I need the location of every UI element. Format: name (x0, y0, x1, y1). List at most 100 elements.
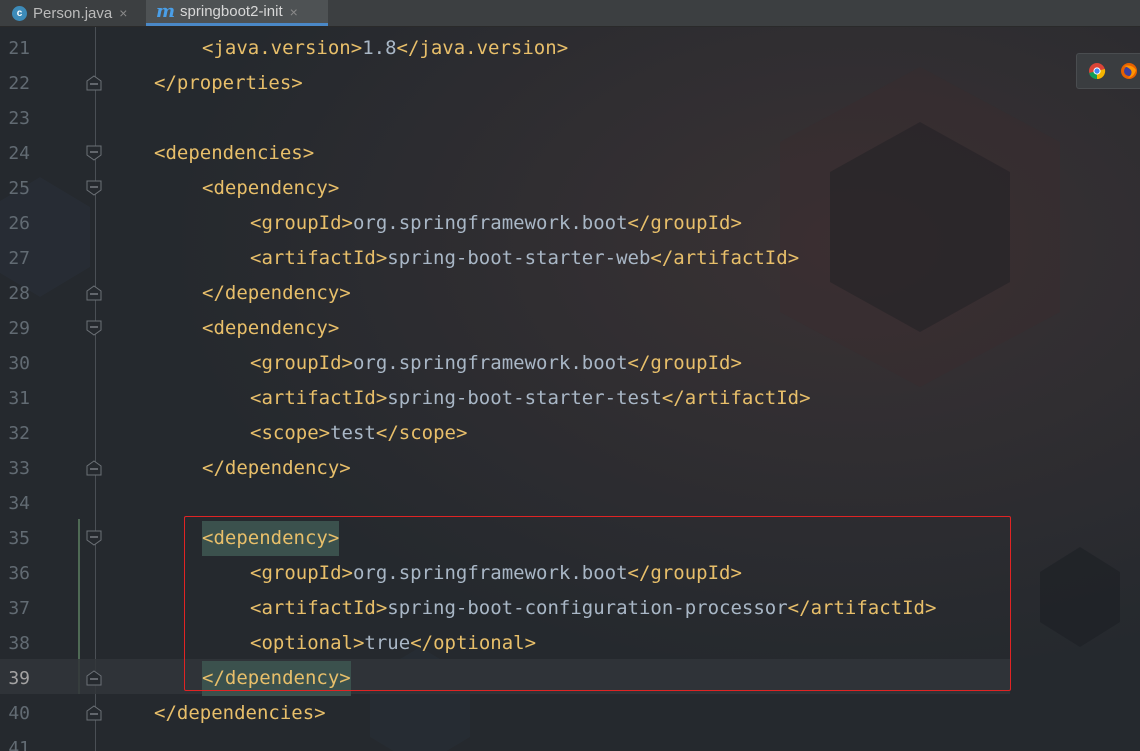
fold-end-icon[interactable] (86, 285, 102, 301)
fold-end-icon[interactable] (86, 460, 102, 476)
fold-collapse-icon[interactable] (86, 320, 102, 336)
editor-tab-bar: c Person.java × m springboot2-init × (0, 0, 1140, 27)
code-text[interactable]: <dependency> (202, 171, 339, 206)
code-text[interactable]: <groupId>org.springframework.boot</group… (250, 206, 742, 241)
code-line[interactable]: 31 <artifactId>spring-boot-starter-test</… (0, 381, 1140, 416)
browser-preview-toolbar (1076, 53, 1140, 89)
code-text[interactable]: <java.version>1.8</java.version> (202, 31, 568, 66)
code-line[interactable]: 27 <artifactId>spring-boot-starter-web</a… (0, 241, 1140, 276)
code-line[interactable]: 22 </properties> (0, 66, 1140, 101)
xml-tag-token: groupId (261, 352, 342, 374)
xml-tag-token: > (291, 72, 303, 94)
code-line[interactable]: 30 <groupId>org.springframework.boot</gro… (0, 346, 1140, 381)
line-number: 30 (8, 353, 30, 374)
code-text[interactable]: </dependencies> (154, 696, 326, 731)
xml-tag-token: < (250, 247, 262, 269)
line-number: 31 (8, 388, 30, 409)
element-value: spring-boot-starter-web (387, 247, 651, 269)
code-text[interactable]: <scope>test</scope> (250, 416, 467, 451)
code-text[interactable]: <artifactId>spring-boot-starter-test</ar… (250, 381, 811, 416)
xml-tag-token: > (339, 457, 351, 479)
code-text[interactable]: </properties> (154, 66, 303, 101)
fold-collapse-icon[interactable] (86, 145, 102, 161)
xml-tag-token: </ (202, 282, 225, 304)
code-text[interactable]: <dependency> (202, 311, 339, 346)
xml-tag-token: </ (661, 387, 685, 409)
xml-tag-token: </ (154, 72, 177, 94)
fold-collapse-icon[interactable] (86, 530, 102, 546)
xml-tag-token: artifactId (684, 387, 800, 409)
tab-springboot2-init[interactable]: m springboot2-init × (146, 0, 328, 26)
close-icon[interactable]: × (290, 4, 298, 20)
code-text[interactable]: <groupId>org.springframework.boot</group… (250, 346, 742, 381)
line-number: 24 (8, 143, 30, 164)
fold-collapse-icon[interactable] (86, 180, 102, 196)
java-class-icon: c (12, 5, 27, 21)
tab-label: springboot2-init (180, 3, 283, 20)
xml-tag-token: < (250, 422, 262, 444)
code-text[interactable]: <dependencies> (154, 136, 314, 171)
xml-tag-token: </ (650, 247, 674, 269)
code-line[interactable]: 28 </dependency> (0, 276, 1140, 311)
xml-tag-token: </ (396, 37, 420, 59)
close-icon[interactable]: × (119, 5, 127, 21)
code-text[interactable]: </dependency> (202, 276, 351, 311)
element-value: test (330, 422, 376, 444)
xml-tag-token: groupId (650, 212, 731, 234)
code-line[interactable]: 29 <dependency> (0, 311, 1140, 346)
code-line[interactable]: 32 <scope>test</scope> (0, 416, 1140, 451)
xml-tag-token: < (202, 177, 214, 199)
line-number: 36 (8, 563, 30, 584)
fold-end-icon[interactable] (86, 705, 102, 721)
fold-end-icon[interactable] (86, 75, 102, 91)
code-line[interactable]: 41 (0, 731, 1140, 751)
element-value: org.springframework.boot (352, 352, 628, 374)
xml-tag-token: < (250, 352, 262, 374)
xml-tag-token: </ (627, 352, 651, 374)
xml-tag-token: > (341, 352, 353, 374)
tab-person-java[interactable]: c Person.java × (0, 0, 142, 26)
line-number: 27 (8, 248, 30, 269)
code-text[interactable]: <artifactId>spring-boot-starter-web</art… (250, 241, 799, 276)
line-number: 41 (8, 738, 30, 751)
chrome-icon[interactable] (1088, 62, 1106, 80)
code-line[interactable]: 21 <java.version>1.8</java.version> (0, 31, 1140, 66)
selection-annotation-box (184, 516, 1011, 691)
tab-label: Person.java (33, 4, 113, 22)
xml-tag-token: properties (176, 72, 292, 94)
element-value: spring-boot-starter-test (387, 387, 662, 409)
line-number: 21 (8, 38, 30, 59)
code-line[interactable]: 26 <groupId>org.springframework.boot</gro… (0, 206, 1140, 241)
xml-tag-token: dependency (224, 457, 340, 479)
line-number: 22 (8, 73, 30, 94)
code-line[interactable]: 25 <dependency> (0, 171, 1140, 206)
xml-tag-token: artifactId (261, 387, 376, 409)
firefox-icon[interactable] (1120, 62, 1138, 80)
code-line[interactable]: 24 <dependencies> (0, 136, 1140, 171)
xml-tag-token: > (799, 387, 811, 409)
code-editor[interactable]: 21 <java.version>1.8</java.version> 22 </pr… (0, 27, 1140, 751)
line-number: 28 (8, 283, 30, 304)
xml-tag-token: > (556, 37, 569, 59)
xml-tag-token: groupId (650, 352, 731, 374)
code-line[interactable]: 33 </dependency> (0, 451, 1140, 486)
xml-tag-token: > (375, 387, 388, 409)
xml-tag-token: > (327, 177, 340, 199)
xml-tag-token: > (327, 317, 340, 339)
xml-tag-token: scope (261, 422, 319, 444)
xml-tag-token: scope (398, 422, 456, 444)
code-text[interactable]: </dependency> (202, 451, 351, 486)
line-number: 25 (8, 178, 30, 199)
xml-tag-token: > (350, 37, 363, 59)
xml-tag-token: > (730, 212, 742, 234)
xml-tag-token: > (318, 422, 331, 444)
code-line[interactable]: 23 (0, 101, 1140, 136)
line-number: 38 (8, 633, 30, 654)
xml-tag-token: </ (627, 212, 651, 234)
xml-tag-token: </ (375, 422, 399, 444)
xml-tag-token: java.version (419, 37, 557, 59)
xml-tag-token: > (455, 422, 468, 444)
line-number: 40 (8, 703, 30, 724)
fold-end-icon[interactable] (86, 670, 102, 686)
code-line[interactable]: 40 </dependencies> (0, 696, 1140, 731)
